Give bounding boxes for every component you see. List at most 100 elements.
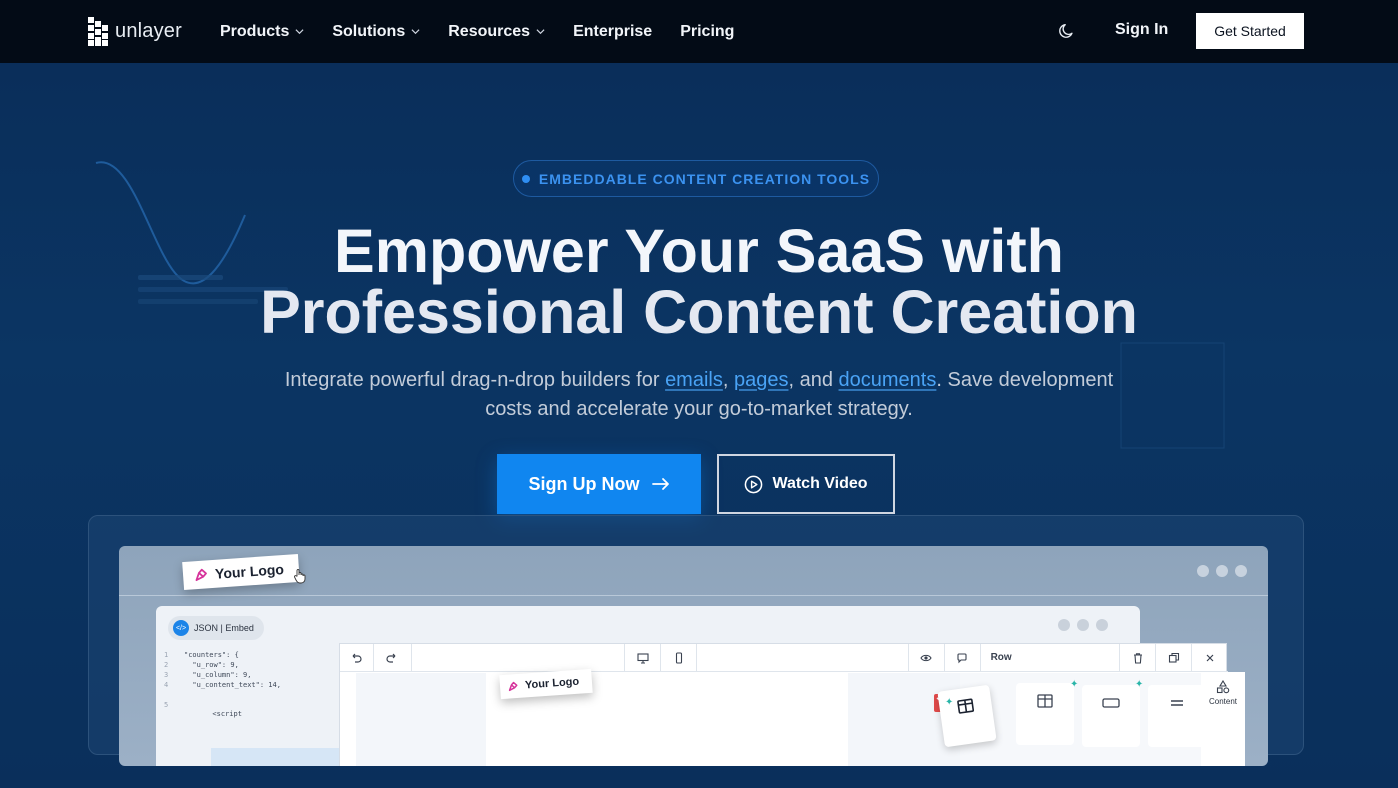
eye-icon <box>920 654 932 661</box>
nav-solutions[interactable]: Solutions <box>332 23 420 41</box>
window-dot-icon <box>1096 619 1108 631</box>
desktop-icon <box>637 652 649 664</box>
hand-cursor-icon <box>294 569 306 584</box>
sparkle-icon: ✦ <box>945 697 954 708</box>
unlayer-logo-icon <box>88 16 109 46</box>
nav-enterprise-label: Enterprise <box>573 22 653 40</box>
nav-pricing-label: Pricing <box>680 22 735 40</box>
unlayer-logo[interactable]: unlayer <box>88 16 182 46</box>
chevron-down-icon <box>411 29 420 35</box>
duplicate-button[interactable] <box>1156 644 1193 671</box>
columns-icon <box>1037 694 1053 708</box>
preview-button[interactable] <box>909 644 945 671</box>
redo-button[interactable] <box>374 644 412 671</box>
window-dot-icon <box>1197 565 1209 577</box>
row-label: Row <box>981 644 1121 671</box>
window-dot-icon <box>1235 565 1247 577</box>
chevron-down-icon <box>295 29 304 35</box>
chevron-down-icon <box>536 29 545 35</box>
code-line: "counters": { <box>184 651 239 659</box>
nav-products[interactable]: Products <box>220 23 304 41</box>
pen-nib-icon <box>508 681 518 692</box>
undo-button[interactable] <box>340 644 374 671</box>
hero-subtext: Integrate powerful drag-n-drop builders … <box>279 366 1119 424</box>
content-tab-label: Content <box>1208 697 1238 706</box>
hero-headline: Empower Your SaaS with Professional Cont… <box>199 221 1199 343</box>
button-tool[interactable] <box>1082 685 1140 747</box>
moon-icon[interactable] <box>1058 22 1076 40</box>
comment-button[interactable] <box>945 644 981 671</box>
sparkle-icon: ✦ <box>1070 679 1079 690</box>
headline-line-1: Empower Your SaaS with <box>334 217 1064 285</box>
emails-link[interactable]: emails <box>665 369 723 391</box>
pen-nib-icon <box>195 568 207 582</box>
content-tab[interactable]: Content <box>1201 672 1245 766</box>
top-nav: unlayer Products Solutions Resources Ent… <box>0 0 1398 63</box>
email-editor: Row Your Logo ✦ ✦ <box>339 643 1228 766</box>
window-dot-icon <box>1077 619 1089 631</box>
code-snippet: 1 "counters": { 2 "u_row": 9, 3 "u_column… <box>164 650 346 766</box>
nav-links: Products Solutions Resources Enterprise … <box>220 0 734 63</box>
watch-video-label: Watch Video <box>772 475 868 492</box>
badge-label: EMBEDDABLE CONTENT CREATION TOOLS <box>538 170 871 187</box>
your-logo-tag: Your Logo <box>182 553 300 591</box>
code-line: <script <box>204 710 242 718</box>
nav-products-label: Products <box>220 22 290 40</box>
headline-line-2: Professional Content Creation <box>260 278 1138 346</box>
floating-columns-tool[interactable] <box>937 684 997 748</box>
comment-icon <box>957 652 967 663</box>
close-button[interactable] <box>1192 644 1228 671</box>
mobile-view-button[interactable] <box>661 644 698 671</box>
play-circle-icon <box>745 475 763 493</box>
toolbar-spacer <box>412 644 626 671</box>
undo-icon <box>353 653 362 663</box>
code-line: "u_column": 9, <box>184 671 252 679</box>
nav-resources[interactable]: Resources <box>448 23 545 41</box>
code-icon: </> <box>173 620 189 636</box>
pages-link[interactable]: pages <box>734 369 789 391</box>
watch-video-button[interactable]: Watch Video <box>717 454 895 514</box>
editor-toolbar: Row <box>340 644 1228 672</box>
window-dot-icon <box>1058 619 1070 631</box>
nav-solutions-label: Solutions <box>332 22 406 40</box>
mobile-icon <box>675 651 682 664</box>
divider-icon <box>1171 700 1183 706</box>
window-divider <box>119 595 1268 596</box>
subtext-sep-2: , and <box>788 369 839 391</box>
script-highlight <box>211 748 346 766</box>
json-embed-tab[interactable]: </> JSON | Embed <box>168 616 264 640</box>
get-started-button[interactable]: Get Started <box>1196 13 1304 49</box>
sparkle-icon: ✦ <box>1135 679 1144 690</box>
sign-in-link[interactable]: Sign In <box>1115 21 1168 39</box>
shapes-icon <box>1216 680 1230 694</box>
redo-icon <box>386 653 396 663</box>
sign-up-label: Sign Up Now <box>528 473 640 494</box>
inner-your-logo-label: Your Logo <box>524 675 580 692</box>
button-icon <box>1102 698 1120 708</box>
nav-pricing[interactable]: Pricing <box>680 23 734 41</box>
logo-text: unlayer <box>115 19 182 42</box>
window-controls <box>1197 565 1247 577</box>
subtext-intro: Integrate powerful drag-n-drop builders … <box>284 369 666 391</box>
divider-tool[interactable] <box>1148 685 1206 747</box>
product-preview-window: Your Logo </> JSON | Embed 1 "counters": … <box>119 546 1268 766</box>
tools-panel: ✦ ✦ <box>960 673 1227 766</box>
code-line: "u_row": 9, <box>184 661 239 669</box>
builder-window-controls <box>1058 619 1108 631</box>
editor-canvas <box>356 673 961 766</box>
desktop-view-button[interactable] <box>625 644 662 671</box>
documents-link[interactable]: documents <box>839 369 937 391</box>
sign-up-now-button[interactable]: Sign Up Now <box>497 454 701 514</box>
toolbar-spacer <box>697 644 909 671</box>
nav-resources-label: Resources <box>448 22 531 40</box>
code-line: "u_content_text": 14, <box>184 681 281 689</box>
json-embed-label: JSON | Embed <box>194 623 254 633</box>
window-dot-icon <box>1216 565 1228 577</box>
delete-button[interactable] <box>1120 644 1157 671</box>
columns-tool[interactable] <box>1016 683 1074 745</box>
arrow-right-icon <box>651 478 669 490</box>
subtext-sep-1: , <box>722 369 734 391</box>
duplicate-icon <box>1168 652 1179 663</box>
badge-dot-icon <box>521 174 530 183</box>
nav-enterprise[interactable]: Enterprise <box>573 23 652 41</box>
